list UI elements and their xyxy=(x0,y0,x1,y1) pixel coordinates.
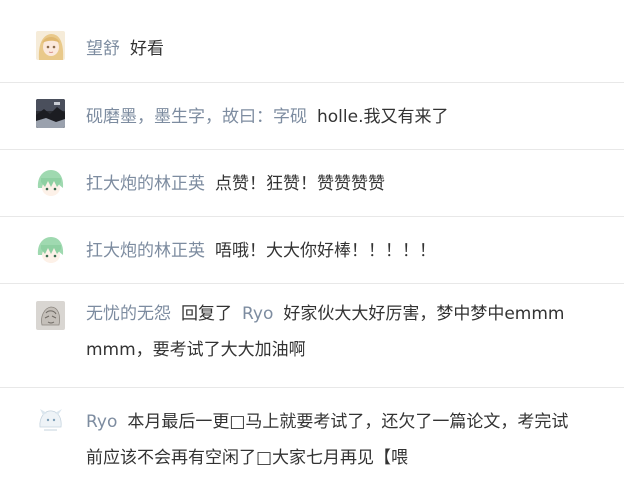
white-character-avatar-icon[interactable] xyxy=(36,405,65,434)
comment-author-link[interactable]: 无忧的无怨 xyxy=(86,304,171,324)
anime-blonde-avatar-icon[interactable] xyxy=(36,31,65,60)
comment-author-link[interactable]: 扛大炮的林正英 xyxy=(86,174,205,194)
sketch-avatar-icon[interactable] xyxy=(36,301,65,330)
comment-text: 本月最后一更□马上就要考试了，还欠了一篇论文，考完试前应该不会再有空闲了□大家七… xyxy=(86,412,569,468)
reply-label: 回复了 xyxy=(181,304,232,324)
comment-item: 无忧的无怨 回复了 Ryo 好家伙大大好厉害，梦中梦中emmmmmm，要考试了大大加油… xyxy=(0,284,624,388)
green-hair-avatar-icon[interactable] xyxy=(36,235,65,264)
comment-author-link[interactable]: 砚磨墨，墨生字，故曰：字砚 xyxy=(86,107,307,127)
dark-landscape-avatar-icon[interactable] xyxy=(36,99,65,128)
comment-item: 扛大炮的林正英 点赞！狂赞！赞赞赞赞 xyxy=(0,150,624,217)
comment-text: holle.我又有来了 xyxy=(317,107,449,127)
comment-text: 好看 xyxy=(130,39,164,59)
comment-list: 望舒 好看 砚磨墨，墨生字，故曰：字砚 holle.我又有来了 扛大炮的林正英 … xyxy=(0,0,624,501)
comment-body: 扛大炮的林正英 唔哦！大大你好棒！！！！！ xyxy=(86,233,584,269)
comment-author-link[interactable]: 望舒 xyxy=(86,39,120,59)
comment-body: Ryo 本月最后一更□马上就要考试了，还欠了一篇论文，考完试前应该不会再有空闲了□… xyxy=(86,404,584,476)
reply-target-link[interactable]: Ryo xyxy=(242,304,273,324)
comment-author-link[interactable]: 扛大炮的林正英 xyxy=(86,241,205,261)
comment-body: 望舒 好看 xyxy=(86,31,584,67)
comment-item: 扛大炮的林正英 唔哦！大大你好棒！！！！！ xyxy=(0,217,624,284)
comment-item: 望舒 好看 xyxy=(0,0,624,83)
comment-body: 扛大炮的林正英 点赞！狂赞！赞赞赞赞 xyxy=(86,166,584,202)
green-hair-avatar-icon[interactable] xyxy=(36,168,65,197)
comment-item: 砚磨墨，墨生字，故曰：字砚 holle.我又有来了 xyxy=(0,83,624,150)
comment-text: 唔哦！大大你好棒！！！！！ xyxy=(215,241,436,261)
comment-text: 点赞！狂赞！赞赞赞赞 xyxy=(215,174,385,194)
comment-body: 无忧的无怨 回复了 Ryo 好家伙大大好厉害，梦中梦中emmmmmm，要考试了大大加油… xyxy=(86,296,574,368)
comment-item: Ryo 本月最后一更□马上就要考试了，还欠了一篇论文，考完试前应该不会再有空闲了□… xyxy=(0,388,624,501)
comment-body: 砚磨墨，墨生字，故曰：字砚 holle.我又有来了 xyxy=(86,99,584,135)
comment-author-link[interactable]: Ryo xyxy=(86,412,117,432)
